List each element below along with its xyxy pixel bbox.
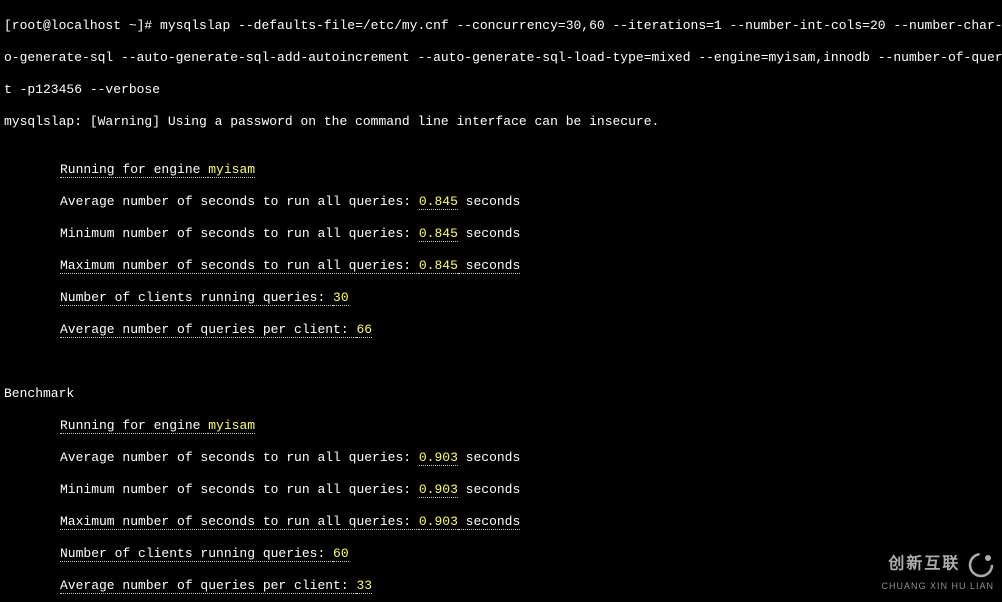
min-line: Minimum number of seconds to run all que…: [4, 482, 998, 498]
perclient-line: Average number of queries per client: 66: [4, 322, 998, 338]
running-label: Running for engine: [60, 162, 208, 178]
avg-line: Average number of seconds to run all que…: [4, 194, 998, 210]
engine-name: myisam: [208, 162, 255, 178]
warning-line: mysqlslap: [Warning] Using a password on…: [4, 114, 998, 130]
clients-value: 60: [333, 546, 349, 562]
perclient-value: 33: [356, 578, 372, 594]
avg-value: 0.903: [419, 450, 458, 466]
command-part1: mysqlslap --defaults-file=/etc/my.cnf --…: [160, 18, 1002, 33]
max-line: Maximum number of seconds to run all que…: [4, 514, 998, 530]
perclient-line: Average number of queries per client: 33: [4, 578, 998, 594]
clients-value: 30: [333, 290, 349, 306]
engine-name: myisam: [208, 418, 255, 434]
benchmark-header: Benchmark: [4, 386, 998, 402]
clients-line: Number of clients running queries: 60: [4, 546, 998, 562]
command-part2: o-generate-sql --auto-generate-sql-add-a…: [4, 50, 998, 66]
terminal-output: [root@localhost ~]# mysqlslap --defaults…: [0, 0, 1002, 602]
min-value: 0.903: [419, 482, 458, 498]
avg-line: Average number of seconds to run all que…: [4, 450, 998, 466]
clients-line: Number of clients running queries: 30: [4, 290, 998, 306]
running-engine: Running for engine myisam: [4, 418, 998, 434]
max-line: Maximum number of seconds to run all que…: [4, 258, 998, 274]
prompt: [root@localhost ~]#: [4, 18, 160, 33]
running-engine: Running for engine myisam: [4, 162, 998, 178]
max-value: 0.903: [419, 514, 458, 530]
max-value: 0.845: [419, 258, 458, 274]
running-label: Running for engine: [60, 418, 208, 434]
min-value: 0.845: [419, 226, 458, 242]
min-line: Minimum number of seconds to run all que…: [4, 226, 998, 242]
command-line: [root@localhost ~]# mysqlslap --defaults…: [4, 18, 998, 34]
avg-value: 0.845: [419, 194, 458, 210]
perclient-value: 66: [356, 322, 372, 338]
command-part3: t -p123456 --verbose: [4, 82, 998, 98]
